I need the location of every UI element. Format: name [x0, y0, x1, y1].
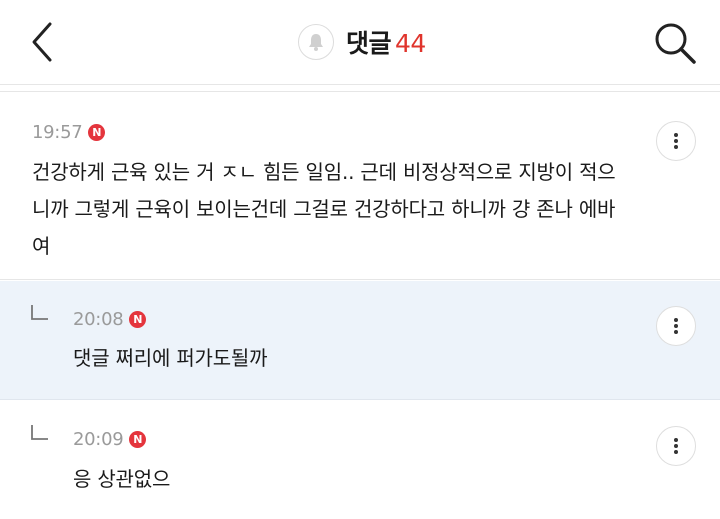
reply-item: 20:08 N 댓글 쩌리에 퍼가도될까 — [0, 281, 720, 400]
more-options-button[interactable] — [656, 121, 696, 161]
search-button[interactable] — [652, 20, 698, 66]
more-options-button[interactable] — [656, 306, 696, 346]
more-options-button[interactable] — [656, 426, 696, 466]
comment-time: 20:08 — [73, 309, 124, 330]
header-bar: 댓글 44 — [0, 0, 720, 85]
comment-time: 19:57 — [32, 122, 83, 143]
notification-toggle[interactable] — [298, 24, 334, 60]
reply-arrow-icon — [31, 305, 48, 320]
comment-count: 44 — [395, 29, 426, 58]
comment-text: 댓글 쩌리에 퍼가도될까 — [73, 346, 268, 370]
comment-time: 20:09 — [73, 429, 124, 450]
reply-arrow-icon — [31, 425, 48, 440]
search-icon — [655, 23, 696, 64]
header-title-group: 댓글 44 — [298, 22, 426, 62]
new-badge: N — [88, 124, 106, 141]
comment-meta: 20:09 N — [73, 429, 147, 450]
comment-meta: 19:57 N — [32, 122, 106, 143]
page-title: 댓글 44 — [346, 29, 426, 58]
more-vertical-icon — [674, 318, 678, 334]
chevron-left-icon — [32, 22, 52, 62]
header-divider — [0, 85, 720, 92]
more-vertical-icon — [674, 133, 678, 149]
comment-text: 건강하게 근육 있는 거 ㅈㄴ 힘든 일임.. 근데 비정상적으로 지방이 적으… — [32, 160, 616, 258]
comment-meta: 20:08 N — [73, 309, 147, 330]
reply-item: 20:09 N 응 상관없으 — [0, 401, 720, 519]
comment-item: 19:57 N 건강하게 근육 있는 거 ㅈㄴ 힘든 일임.. 근데 비정상적으… — [0, 92, 720, 280]
new-badge: N — [129, 431, 147, 448]
comment-text: 응 상관없으 — [73, 467, 171, 491]
back-button[interactable] — [24, 20, 64, 64]
new-badge: N — [129, 311, 147, 328]
more-vertical-icon — [674, 438, 678, 454]
bell-icon — [309, 34, 323, 51]
